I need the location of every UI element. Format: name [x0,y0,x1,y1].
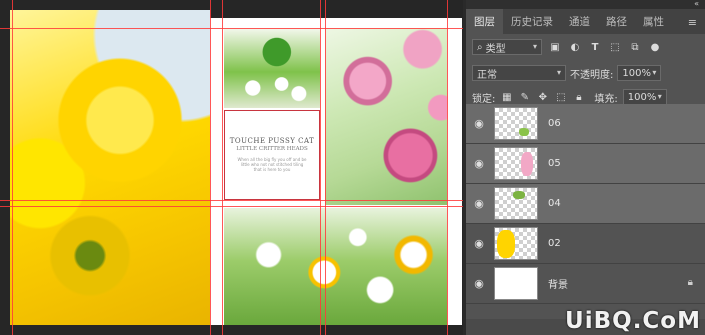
fill-field[interactable]: 100% ▾ [622,89,667,105]
tab-paths[interactable]: 路径 [598,9,635,34]
shape-filter-icon[interactable]: ⬚ [608,40,622,54]
chevron-down-icon: ▾ [556,68,561,77]
layer-thumbnail [494,267,538,300]
watermark-logo: UiBQ.CoM [565,308,701,334]
document-canvas[interactable]: TOUCHE PUSSY CAT LITTLE CRITTER HEADS Wh… [0,0,463,335]
layer-row[interactable]: ◉ 05 [466,144,705,184]
pink-cosmos-photo [325,28,447,205]
blend-row: 正常 ▾ 不透明度: 100% ▾ [466,60,705,86]
card-body: When all the big fly you off and be litt… [237,157,307,173]
layer-filter-row: ⌕ 类型 ▾ ▣ ◐ T ⬚ ⧉ ● [466,34,705,60]
blend-mode-select[interactable]: 正常 ▾ [472,65,566,81]
panel-menu-icon[interactable]: ≡ [688,16,697,29]
card-subtitle: LITTLE CRITTER HEADS [236,146,308,152]
filter-kind-select[interactable]: ⌕ 类型 ▾ [472,39,542,55]
smart-object-filter-icon[interactable]: ⧉ [628,40,642,54]
lock-transparency-icon[interactable]: ▦ [500,91,513,104]
visibility-eye-icon[interactable]: ◉ [466,277,492,290]
lock-move-icon[interactable]: ✥ [536,91,549,104]
filter-kind-label: 类型 [485,43,506,55]
layer-name[interactable]: 05 [548,158,561,169]
chevron-down-icon: ▾ [532,42,537,51]
blend-mode-value: 正常 [477,69,497,81]
collapse-icon[interactable]: « [694,0,699,8]
layer-list: ◉ 06 ◉ 05 ◉ 04 ◉ 02 ◉ 背景 🔒︎ [466,104,705,304]
tab-history[interactable]: 历史记录 [503,9,561,34]
panel-title-bar: « [466,0,705,9]
layer-thumbnail [494,227,538,260]
layer-row[interactable]: ◉ 04 [466,184,705,224]
guide-horizontal[interactable] [0,28,463,29]
guide-vertical[interactable] [447,0,448,335]
opacity-label: 不透明度: [570,69,614,81]
lock-label: 锁定: [472,93,496,105]
layer-thumbnail [494,187,538,220]
fill-label: 填充: [594,93,618,105]
chevron-down-icon: ▾ [652,68,657,77]
layer-thumbnail [494,147,538,180]
search-icon: ⌕ [477,41,483,53]
adjustment-filter-icon[interactable]: ◐ [568,40,582,54]
yellow-flower-photo [10,10,210,325]
visibility-eye-icon[interactable]: ◉ [466,157,492,170]
type-filter-icon[interactable]: T [588,40,602,54]
opacity-value: 100% [622,67,651,79]
layer-row[interactable]: ◉ 02 [466,224,705,264]
layer-row[interactable]: ◉ 背景 🔒︎ [466,264,705,304]
lock-brush-icon[interactable]: ✎ [518,91,531,104]
fill-value: 100% [627,91,657,103]
text-card: TOUCHE PUSSY CAT LITTLE CRITTER HEADS Wh… [224,110,320,200]
layer-name[interactable]: 06 [548,118,561,129]
image-filter-icon[interactable]: ▣ [548,40,562,54]
filter-toggle-icon[interactable]: ● [648,40,662,54]
lock-icon: 🔒︎ [687,277,693,288]
guide-horizontal[interactable] [0,200,463,201]
lock-artboard-icon[interactable]: ⬚ [554,91,567,104]
daisy-photo-small [224,28,320,108]
layer-name[interactable]: 背景 [548,276,568,291]
tab-channels[interactable]: 通道 [561,9,598,34]
card-title: TOUCHE PUSSY CAT [229,137,315,145]
panel-tabs: 图层 历史记录 通道 路径 属性 ≡ [466,9,705,34]
opacity-field[interactable]: 100% ▾ [617,65,662,81]
guide-vertical[interactable] [325,0,326,335]
layer-row[interactable]: ◉ 06 [466,104,705,144]
visibility-eye-icon[interactable]: ◉ [466,117,492,130]
visibility-eye-icon[interactable]: ◉ [466,197,492,210]
chevron-down-icon: ▾ [657,92,662,101]
layer-name[interactable]: 04 [548,198,561,209]
guide-vertical[interactable] [222,0,223,335]
layers-panel: « 图层 历史记录 通道 路径 属性 ≡ ⌕ 类型 ▾ ▣ ◐ T ⬚ ⧉ ● … [466,0,705,335]
visibility-eye-icon[interactable]: ◉ [466,237,492,250]
guide-vertical[interactable] [210,0,211,335]
tab-properties[interactable]: 属性 [635,9,672,34]
lock-all-icon[interactable]: 🔒︎ [572,91,585,104]
daisy-field-photo [224,208,447,325]
guide-vertical[interactable] [320,0,321,335]
guide-horizontal[interactable] [0,206,463,207]
tab-layers[interactable]: 图层 [466,9,503,34]
layer-thumbnail [494,107,538,140]
layer-name[interactable]: 02 [548,238,561,249]
guide-vertical[interactable] [12,0,13,335]
